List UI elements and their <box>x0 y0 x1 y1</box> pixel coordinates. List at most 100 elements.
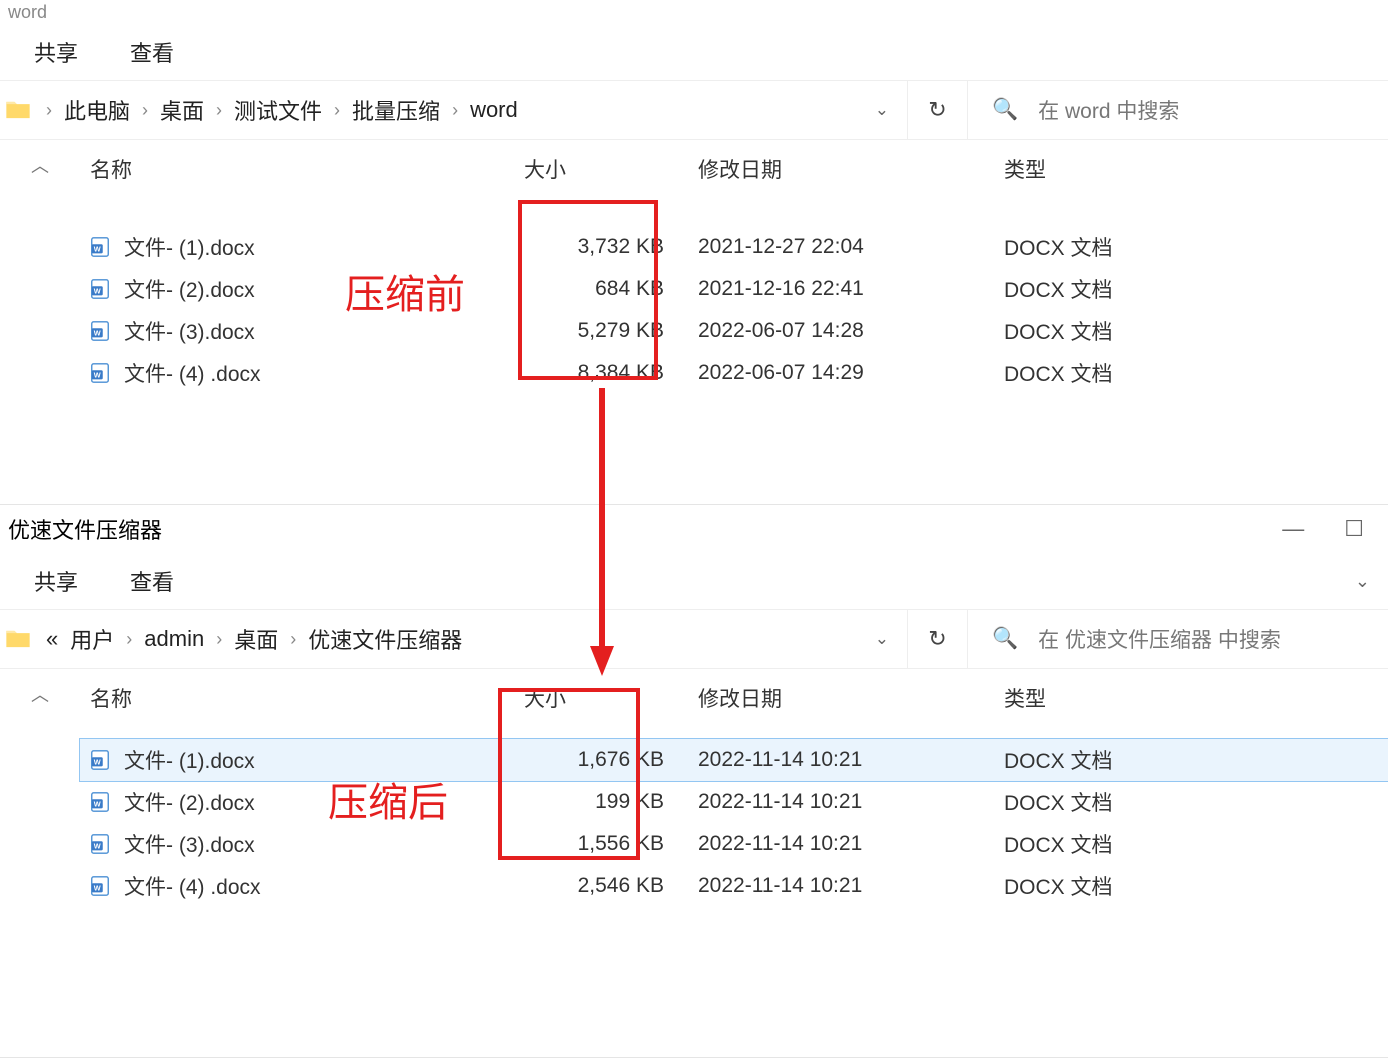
file-modified: 2022-11-14 10:21 <box>674 790 954 814</box>
breadcrumb-item[interactable]: word <box>464 97 524 123</box>
file-type: DOCX 文档 <box>954 871 1234 901</box>
table-row[interactable]: W文件- (1).docx1,676 KB2022-11-14 10:21DOC… <box>80 739 1388 781</box>
file-type: DOCX 文档 <box>954 745 1234 775</box>
table-row[interactable]: W文件- (3).docx5,279 KB2022-06-07 14:28DOC… <box>80 310 1388 352</box>
column-headers[interactable]: 名称 大小 修改日期 类型 <box>80 140 1388 198</box>
table-row[interactable]: W文件- (1).docx3,732 KB2021-12-27 22:04DOC… <box>80 226 1388 268</box>
table-row[interactable]: W 文件- (2).docx 199 KB2022-11-14 10:21DOCX … <box>80 781 1388 823</box>
svg-text:W: W <box>94 287 101 296</box>
file-size: 2,546 KB <box>524 874 674 898</box>
search-input[interactable]: 🔍 在 优速文件压缩器 中搜索 <box>968 610 1388 668</box>
column-headers[interactable]: 名称 大小 修改日期 类型 <box>80 669 1388 727</box>
file-size: 199 KB <box>524 790 674 814</box>
folder-icon[interactable] <box>0 81 36 139</box>
refresh-button[interactable]: ↻ <box>908 610 968 668</box>
table-row[interactable]: W文件- (3).docx1,556 KB2022-11-14 10:21DOC… <box>80 823 1388 865</box>
file-name: 文件- (3).docx <box>124 829 255 859</box>
breadcrumb-item[interactable]: 批量压缩 <box>346 94 446 126</box>
file-modified: 2022-11-14 10:21 <box>674 748 954 772</box>
refresh-button[interactable]: ↻ <box>908 81 968 139</box>
window-title: 优速文件压缩器 <box>8 513 1282 545</box>
file-name: 文件- (4) .docx <box>124 871 261 901</box>
search-icon: 🔍 <box>992 98 1018 122</box>
file-type: DOCX 文档 <box>954 787 1234 817</box>
search-placeholder: 在 word 中搜索 <box>1038 95 1179 125</box>
file-size: 684 KB <box>524 277 674 301</box>
table-row[interactable]: W文件- (4) .docx8,384 KB2022-06-07 14:29DO… <box>80 352 1388 394</box>
breadcrumb[interactable]: › 此电脑 › 桌面 › 测试文件 › 批量压缩 › word ⌄ <box>36 81 908 139</box>
svg-text:W: W <box>94 245 101 254</box>
table-row[interactable]: W文件- (4) .docx2,546 KB2022-11-14 10:21DO… <box>80 865 1388 907</box>
folder-icon[interactable] <box>0 610 36 668</box>
docx-file-icon: W <box>88 361 112 385</box>
chevron-down-icon[interactable]: ⌄ <box>857 629 907 649</box>
docx-file-icon: W <box>88 790 112 814</box>
column-name[interactable]: 名称 <box>84 683 524 713</box>
chevron-right-icon: › <box>136 100 154 121</box>
column-modified[interactable]: 修改日期 <box>674 683 954 713</box>
nav-collapse-chevron[interactable]: ︿ <box>0 140 80 504</box>
titlebar: 优速文件压缩器 — ☐ <box>0 505 1388 553</box>
docx-file-icon: W <box>88 235 112 259</box>
column-type[interactable]: 类型 <box>954 154 1234 184</box>
file-name: 文件- (1).docx <box>124 745 255 775</box>
file-modified: 2022-06-07 14:29 <box>674 361 954 385</box>
breadcrumb-item[interactable]: 用户 <box>64 623 120 655</box>
ribbon-tab-view[interactable]: 查看 <box>104 565 200 597</box>
maximize-button[interactable]: ☐ <box>1344 518 1364 540</box>
docx-file-icon: W <box>88 832 112 856</box>
window-controls: — ☐ <box>1282 518 1364 540</box>
ribbon-tab-share[interactable]: 共享 <box>8 565 104 597</box>
svg-text:W: W <box>94 842 101 851</box>
minimize-button[interactable]: — <box>1282 518 1304 540</box>
file-type: DOCX 文档 <box>954 316 1234 346</box>
file-name: 文件- (4) .docx <box>124 358 261 388</box>
nav-collapse-chevron[interactable]: ︿ <box>0 669 80 1057</box>
breadcrumb-item[interactable]: 桌面 <box>154 94 210 126</box>
ribbon-tab-share[interactable]: 共享 <box>8 36 104 68</box>
breadcrumb[interactable]: « 用户 › admin › 桌面 › 优速文件压缩器 ⌄ <box>36 610 908 668</box>
svg-text:W: W <box>94 758 101 767</box>
column-name[interactable]: 名称 <box>84 154 524 184</box>
docx-file-icon: W <box>88 277 112 301</box>
file-list: 名称 大小 修改日期 类型 W文件- (1).docx3,732 KB2021-… <box>80 140 1388 504</box>
chevron-right-icon: › <box>210 100 228 121</box>
chevron-down-icon[interactable]: ⌄ <box>857 100 907 120</box>
chevron-down-icon[interactable]: ⌄ <box>1355 571 1370 592</box>
breadcrumb-item[interactable]: 测试文件 <box>228 94 328 126</box>
file-name: 文件- (2).docx <box>124 274 255 304</box>
file-modified: 2021-12-16 22:41 <box>674 277 954 301</box>
navbar: « 用户 › admin › 桌面 › 优速文件压缩器 ⌄ ↻ 🔍 在 优速文件… <box>0 609 1388 669</box>
file-name: 文件- (2).docx <box>124 787 255 817</box>
svg-text:W: W <box>94 800 101 809</box>
ribbon: 共享 查看 <box>0 24 1388 80</box>
file-name: 文件- (1).docx <box>124 232 255 262</box>
window-title: word <box>8 2 1380 23</box>
file-modified: 2022-11-14 10:21 <box>674 832 954 856</box>
chevron-right-icon: › <box>210 629 228 650</box>
column-modified[interactable]: 修改日期 <box>674 154 954 184</box>
docx-file-icon: W <box>88 319 112 343</box>
file-type: DOCX 文档 <box>954 274 1234 304</box>
column-type[interactable]: 类型 <box>954 683 1234 713</box>
file-type: DOCX 文档 <box>954 829 1234 859</box>
breadcrumb-item[interactable]: admin <box>138 626 210 652</box>
chevron-right-icon: › <box>40 100 58 121</box>
breadcrumb-item[interactable]: 此电脑 <box>58 94 136 126</box>
file-type: DOCX 文档 <box>954 358 1234 388</box>
breadcrumb-item[interactable]: 优速文件压缩器 <box>302 623 468 655</box>
docx-file-icon: W <box>88 748 112 772</box>
chevron-right-icon: › <box>446 100 464 121</box>
svg-text:W: W <box>94 371 101 380</box>
breadcrumb-item[interactable]: 桌面 <box>228 623 284 655</box>
table-row[interactable]: W 文件- (2).docx 684 KB2021-12-16 22:41DOCX … <box>80 268 1388 310</box>
column-size[interactable]: 大小 <box>524 683 674 713</box>
svg-text:W: W <box>94 884 101 893</box>
navbar: › 此电脑 › 桌面 › 测试文件 › 批量压缩 › word ⌄ ↻ 🔍 在 … <box>0 80 1388 140</box>
docx-file-icon: W <box>88 874 112 898</box>
ribbon-tab-view[interactable]: 查看 <box>104 36 200 68</box>
column-size[interactable]: 大小 <box>524 154 674 184</box>
file-modified: 2022-06-07 14:28 <box>674 319 954 343</box>
search-input[interactable]: 🔍 在 word 中搜索 <box>968 81 1388 139</box>
svg-text:W: W <box>94 329 101 338</box>
